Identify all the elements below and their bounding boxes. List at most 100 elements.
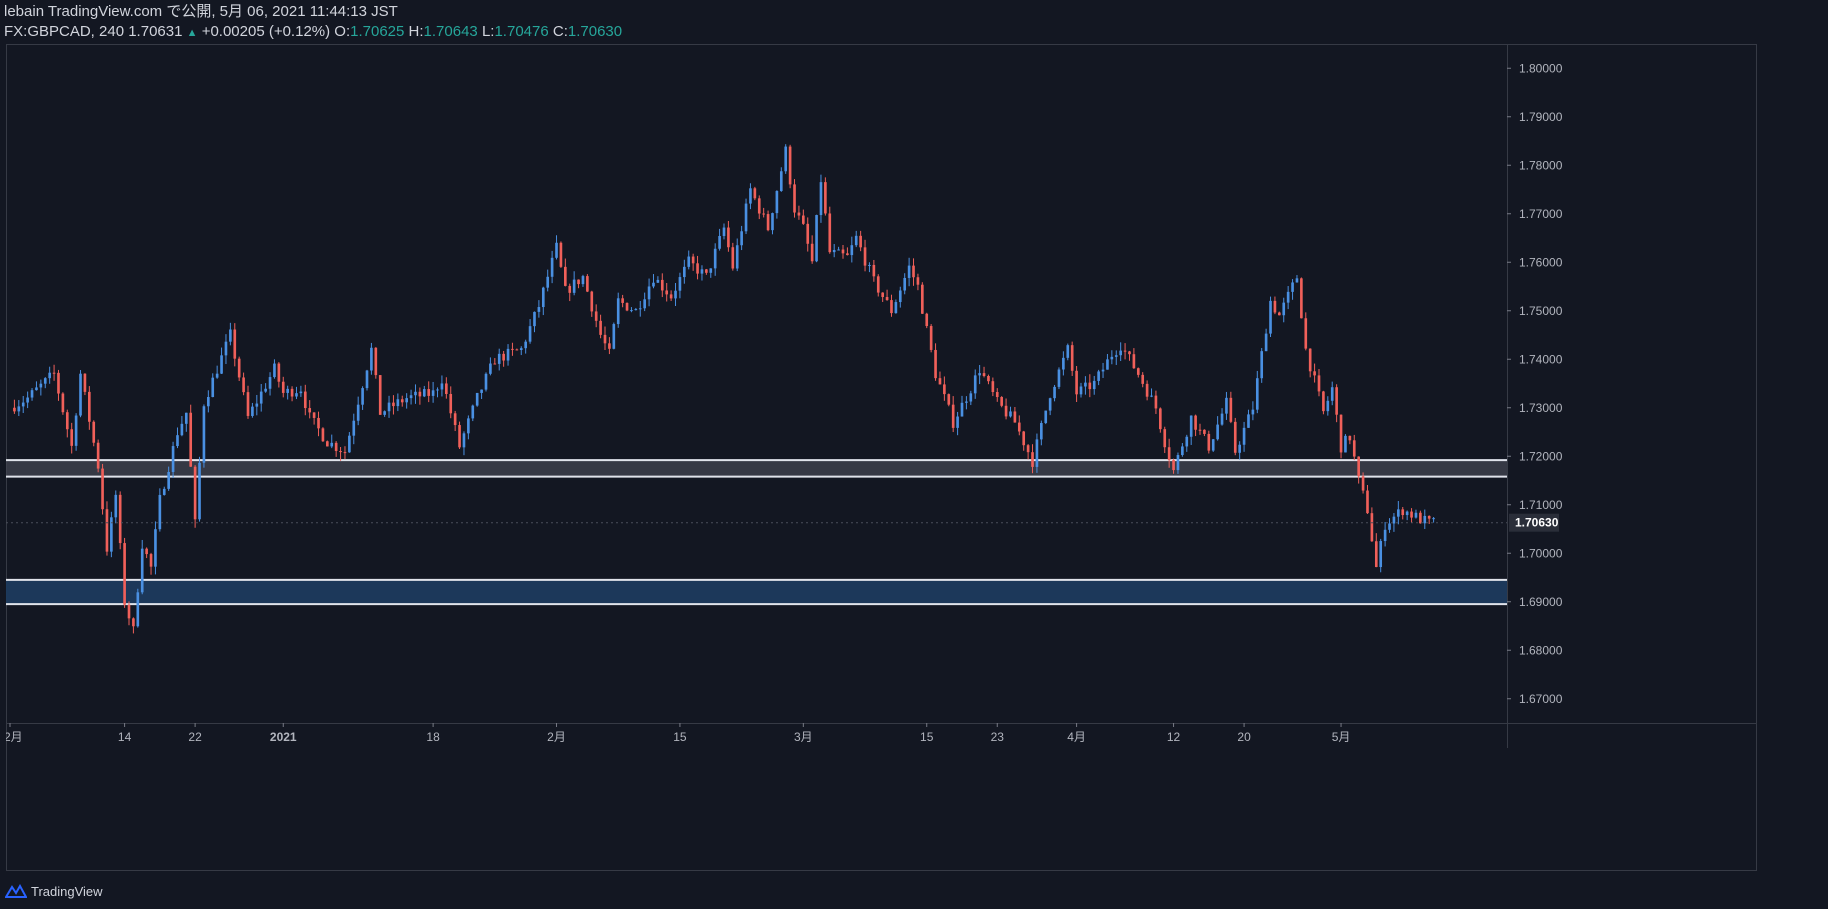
candle-body: [167, 471, 170, 489]
candle-body: [383, 411, 386, 415]
candle-body: [1397, 509, 1400, 517]
candle-body: [1070, 345, 1074, 371]
candle-body: [511, 348, 514, 350]
x-tick-label: 15: [673, 730, 687, 744]
candle-body: [590, 291, 594, 312]
candle-body: [92, 421, 96, 443]
candle-body: [1278, 312, 1281, 316]
tradingview-logo-icon: [5, 884, 27, 898]
candle-body: [696, 263, 699, 274]
candle-body: [506, 348, 510, 361]
candle-body: [1264, 333, 1268, 352]
x-tick-label: 18: [426, 730, 440, 744]
y-tick-label: 1.80000: [1519, 61, 1563, 75]
chart-area[interactable]: 1.67000 1.68000 1.69000 1.70000 1.71000 1.720…: [6, 44, 1757, 871]
candle-body: [1401, 509, 1405, 516]
candle-body: [1414, 512, 1418, 518]
candle-body: [83, 373, 87, 392]
candle-body: [1423, 515, 1427, 524]
candle-body: [251, 406, 254, 416]
candle-body: [171, 446, 175, 472]
candle-body: [1352, 440, 1356, 457]
candle-body: [594, 311, 598, 321]
candle-body: [374, 347, 378, 376]
candle-body: [480, 389, 483, 393]
candle-body: [1247, 414, 1250, 428]
candle-body: [290, 388, 294, 397]
candle-body: [431, 390, 435, 396]
candle-body: [215, 373, 219, 378]
candle-body: [766, 214, 770, 231]
candle-body: [1388, 523, 1391, 530]
candle-body: [489, 363, 492, 374]
candle-body: [43, 378, 47, 384]
candle-body: [876, 276, 880, 293]
candle-body: [1009, 411, 1012, 417]
candle-body: [1136, 368, 1140, 375]
candle-body: [881, 292, 884, 298]
candle-body: [365, 370, 369, 389]
candle-body: [440, 383, 444, 390]
candle-body: [956, 416, 959, 428]
candle-body: [1308, 348, 1312, 372]
candle-body: [947, 394, 951, 405]
candle-body: [665, 290, 669, 295]
candle-body: [101, 468, 104, 510]
candle-body: [912, 265, 915, 278]
candle-body: [656, 279, 660, 283]
candle-body: [634, 309, 638, 311]
candle-body: [925, 313, 929, 327]
candle-body: [26, 397, 29, 403]
y-tick-label: 1.70000: [1519, 546, 1563, 560]
candle-body: [749, 188, 752, 204]
candle-body: [193, 466, 197, 520]
candle-body: [753, 188, 757, 199]
candle-body: [237, 358, 241, 378]
candle-body: [929, 326, 933, 350]
candle-body: [1317, 375, 1321, 392]
candle-body: [1181, 446, 1184, 456]
y-tick-label: 1.71000: [1519, 498, 1563, 512]
open-label: O:: [334, 23, 351, 40]
y-tick-label: 1.73000: [1519, 401, 1563, 415]
candle-body: [995, 392, 999, 398]
candle-body: [921, 284, 924, 314]
candle-body: [718, 235, 721, 249]
candle-body: [1088, 382, 1092, 390]
candle-body: [916, 277, 920, 285]
candle-body: [352, 420, 356, 436]
candle-body: [586, 276, 589, 292]
candle-body: [973, 375, 977, 394]
candle-body: [176, 435, 179, 447]
candle-body: [788, 146, 792, 185]
y-tick-label: 1.67000: [1519, 692, 1563, 706]
candle-body: [330, 442, 334, 447]
candlestick-chart[interactable]: 1.67000 1.68000 1.69000 1.70000 1.71000 1.720…: [6, 44, 1757, 871]
candle-body: [1238, 444, 1241, 453]
candle-body: [458, 425, 461, 448]
candle-body: [806, 223, 810, 244]
candle-body: [1004, 405, 1008, 417]
candle-body: [1017, 422, 1021, 432]
candle-body: [224, 341, 228, 356]
candle-body: [1084, 382, 1087, 387]
candle-body: [277, 363, 281, 382]
candle-body: [211, 377, 215, 398]
candle-body: [242, 377, 245, 393]
candle-body: [79, 373, 82, 416]
candle-body: [841, 249, 845, 254]
candle-body: [114, 494, 118, 518]
candle-body: [1304, 318, 1308, 349]
candle-body: [303, 391, 307, 409]
candle-body: [1114, 355, 1118, 357]
candle-body: [630, 310, 633, 312]
candle-body: [343, 452, 347, 454]
candle-body: [1198, 429, 1202, 431]
candle-body: [1101, 369, 1105, 372]
candle-body: [339, 450, 342, 453]
candle-body: [709, 268, 713, 273]
candle-body: [832, 249, 836, 253]
candle-body: [88, 391, 91, 422]
candle-body: [779, 171, 783, 192]
candle-body: [273, 363, 276, 378]
